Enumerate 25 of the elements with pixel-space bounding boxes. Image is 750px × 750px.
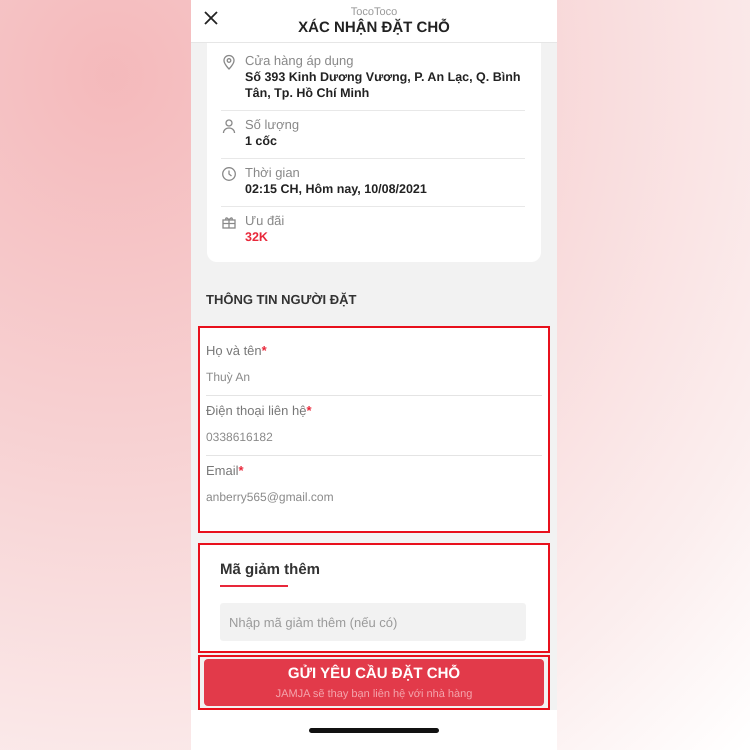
detail-label: Ưu đãi — [245, 212, 284, 229]
input-field[interactable]: Thuỳ An — [206, 360, 542, 385]
person-icon — [221, 118, 237, 134]
field-label: Họ và tên* — [206, 342, 268, 360]
close-icon[interactable] — [203, 10, 219, 26]
detail-value: 02:15 CH, Hôm nay, 10/08/2021 — [245, 181, 427, 197]
clock-icon — [221, 166, 237, 182]
detail-value: 1 cốc — [245, 133, 278, 149]
detail-label: Cửa hàng áp dụng — [245, 52, 354, 69]
field-label: Email* — [206, 462, 245, 480]
pin-icon — [221, 54, 237, 70]
detail-label: Số lượng — [245, 116, 300, 133]
submit-button[interactable]: GỬI YÊU CẦU ĐẶT CHỖ JAMJA sẽ thay bạn liên hệ với nhà hàng — [204, 659, 544, 706]
detail-value: 32K — [245, 229, 269, 245]
title-underline — [220, 585, 288, 587]
input-field[interactable]: 0338616182 — [206, 420, 542, 445]
input-field[interactable]: anberry565@gmail.com — [206, 480, 542, 505]
section-heading: THÔNG TIN NGƯỜI ĐẶT — [205, 291, 358, 309]
brand-name: TocoToco — [350, 6, 398, 18]
promo-title: Mã giảm thêm — [220, 561, 322, 578]
detail-value: Số 393 Kinh Dương Vương, P. An Lạc, Q. Bình Tân, Tp. Hồ Chí Minh — [245, 69, 522, 101]
promo-code-field[interactable]: Nhập mã giảm thêm (nếu có) — [220, 603, 526, 641]
screen-title: XÁC NHẬN ĐẶT CHỖ — [298, 18, 450, 36]
field-label: Điện thoại liên hệ* — [206, 402, 313, 420]
detail-label: Thời gian — [245, 164, 301, 181]
